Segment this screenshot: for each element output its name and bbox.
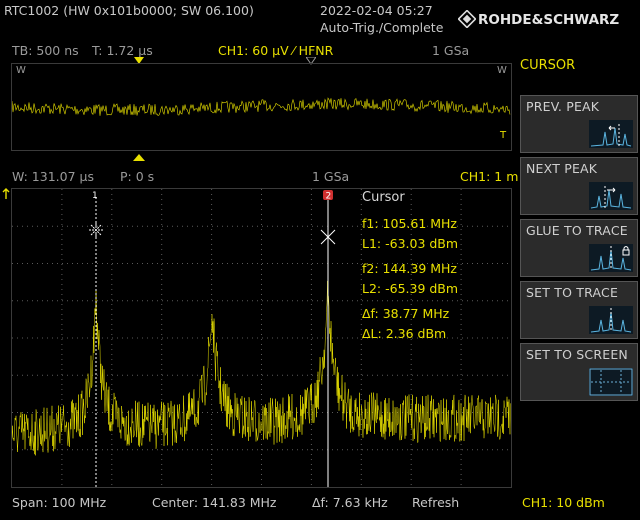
- cursor-delta-f: Δf: 38.77 MHz: [362, 306, 450, 321]
- glue-to-trace-button[interactable]: GLUE TO TRACE: [520, 219, 638, 277]
- span-value[interactable]: Span: 100 MHz: [12, 495, 106, 510]
- zoom-channel1[interactable]: CH1: 1 mV: [460, 169, 518, 184]
- zoom-window[interactable]: W: 131.07 µs: [12, 169, 94, 184]
- sample-rate: 1 GSa: [432, 43, 470, 58]
- cursor-f1: f1: 105.61 MHz: [362, 216, 457, 231]
- prev-peak-icon: [589, 120, 633, 148]
- cursor-title: Cursor: [362, 190, 405, 205]
- set-to-trace-label: SET TO TRACE: [526, 285, 619, 300]
- glue-to-trace-label: GLUE TO TRACE: [526, 223, 628, 238]
- time-waveform: [11, 97, 511, 116]
- trigger-position[interactable]: T: 1.72 µs: [92, 43, 153, 58]
- timebase[interactable]: TB: 500 ns: [12, 43, 79, 58]
- prev-peak-label: PREV. PEAK: [526, 99, 600, 114]
- next-peak-icon: [589, 182, 633, 210]
- cursor-f2: f2: 144.39 MHz: [362, 261, 457, 276]
- device-info: RTC1002 (HW 0x101b0000; SW 06.100): [4, 3, 254, 18]
- set-to-screen-label: SET TO SCREEN: [526, 347, 628, 362]
- set-to-trace-icon: [589, 306, 633, 334]
- time-domain-window[interactable]: W W T: [11, 63, 512, 151]
- window-left-marker: W: [16, 65, 26, 76]
- next-peak-button[interactable]: NEXT PEAK: [520, 157, 638, 215]
- cursor-delta-l: ΔL: 2.36 dBm: [362, 326, 447, 341]
- time-trace: [11, 97, 511, 116]
- menu-title: CURSOR: [520, 58, 576, 73]
- set-to-screen-icon: [589, 368, 633, 396]
- set-to-screen-button[interactable]: SET TO SCREEN: [520, 343, 638, 401]
- date-time: 2022-02-04 05:27: [320, 3, 433, 18]
- cursor-1-label: 1: [92, 191, 98, 201]
- trigger-level-marker: T: [500, 130, 507, 141]
- channel1-level-marker-icon[interactable]: [2, 188, 11, 200]
- reference-level[interactable]: CH1: 10 dBm: [522, 495, 605, 510]
- center-frequency[interactable]: Center: 141.83 MHz: [152, 495, 277, 510]
- brand-logo-text: ROHDE&SCHWARZ: [478, 12, 620, 28]
- cursor-l2: L2: -65.39 dBm: [362, 281, 459, 296]
- next-peak-label: NEXT PEAK: [526, 161, 598, 176]
- window-right-marker: W: [497, 65, 507, 76]
- prev-peak-button[interactable]: PREV. PEAK: [520, 95, 638, 153]
- set-to-trace-button[interactable]: SET TO TRACE: [520, 281, 638, 339]
- cursor-l1: L1: -63.03 dBm: [362, 236, 459, 251]
- zoom-position[interactable]: P: 0 s: [120, 169, 154, 184]
- channel1-setting[interactable]: CH1: 60 µV ⁄ HFNR: [218, 43, 333, 58]
- acquisition-status: Auto-Trig./Complete: [320, 20, 444, 35]
- zoom-position-marker-icon[interactable]: [133, 154, 145, 162]
- cursor-2-label: 2: [326, 192, 332, 202]
- glue-to-trace-icon: [589, 244, 633, 272]
- resolution-bandwidth[interactable]: Δf: 7.63 kHz: [312, 495, 388, 510]
- zoom-sample-rate: 1 GSa: [312, 169, 350, 184]
- display-mode[interactable]: Refresh: [412, 495, 459, 510]
- top-status-bar: RTC1002 (HW 0x101b0000; SW 06.100) 2022-…: [0, 0, 640, 40]
- rs-logo-icon: [458, 10, 476, 28]
